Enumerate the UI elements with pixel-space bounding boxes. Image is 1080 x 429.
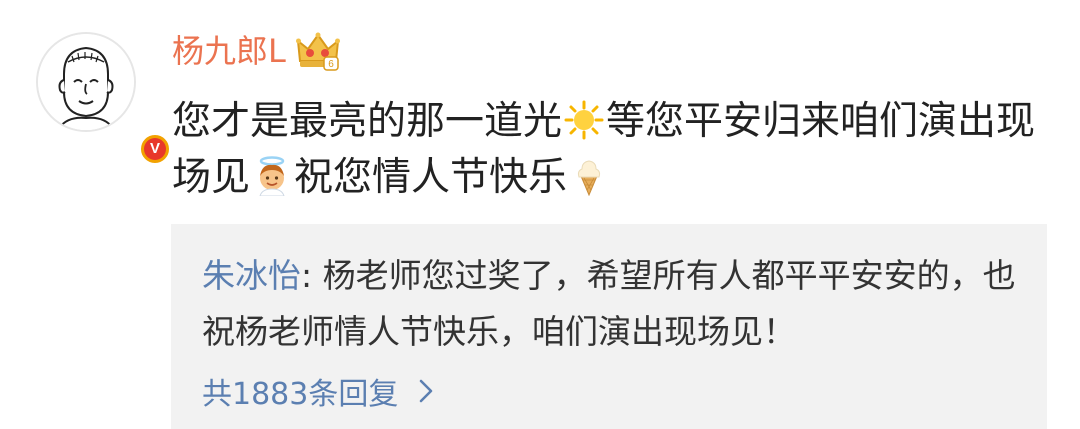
- content-text-1: 您才是最亮的那一道光: [172, 99, 563, 144]
- comment-content: 您才是最亮的那一道光 等您平安归来咱们演出现场见 祝您情人节快乐: [172, 94, 1052, 206]
- avatar[interactable]: V: [36, 32, 172, 166]
- content-text-3: 祝您情人节快乐: [294, 155, 568, 200]
- verified-badge-label: V: [144, 138, 166, 160]
- username-row: 杨九郎L 6: [172, 30, 340, 72]
- username[interactable]: 杨九郎L: [172, 30, 286, 72]
- reply-text: 朱冰怡: 杨老师您过奖了，希望所有人都平平安安的，也祝杨老师情人节快乐，咱们演出…: [202, 248, 1022, 360]
- chevron-right-icon: [420, 379, 433, 403]
- vip-crown-icon: 6: [295, 32, 340, 71]
- avatar-face-icon: [38, 34, 134, 130]
- svg-text:6: 6: [328, 59, 334, 70]
- reply-body: 杨老师您过奖了，希望所有人都平平安安的，也祝杨老师情人节快乐，咱们演出现场见！: [202, 256, 1016, 351]
- reply-box[interactable]: 朱冰怡: 杨老师您过奖了，希望所有人都平平安安的，也祝杨老师情人节快乐，咱们演出…: [171, 224, 1047, 429]
- sun-emoji-icon: [564, 100, 604, 140]
- angel-emoji-icon: [259, 156, 285, 196]
- reply-author[interactable]: 朱冰怡: [202, 256, 301, 295]
- view-replies-link[interactable]: 共1883条回复: [202, 366, 434, 416]
- verified-badge-icon: V: [138, 132, 172, 166]
- comment-item: V 杨九郎L 6 您才是最亮的那一道光 等您平安归来咱们演出现场见 祝您情人节快…: [0, 0, 1080, 429]
- reply-count-label: 共1883条回复: [202, 377, 399, 412]
- ice-cream-emoji-icon: [577, 160, 601, 196]
- reply-separator: :: [301, 256, 323, 295]
